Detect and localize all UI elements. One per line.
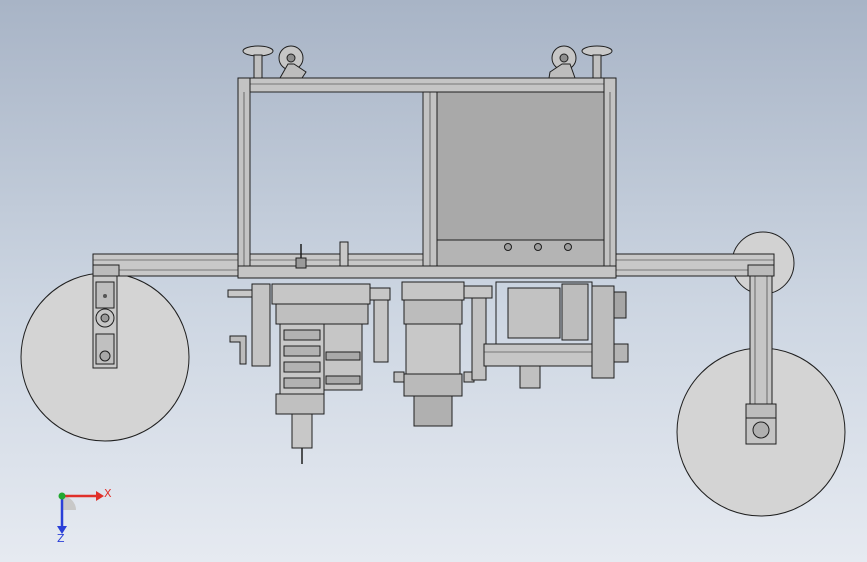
center-motor-module: [393, 281, 493, 427]
x-axis-label: X: [104, 487, 112, 500]
right-wheel-leg: [745, 269, 777, 445]
machine-assembly-front-view: X Z: [20, 45, 846, 545]
cad-viewport[interactable]: X Z: [0, 0, 867, 562]
left-wheel-bracket: [92, 269, 118, 369]
y-axis-dot: [58, 492, 66, 500]
top-left-caster: [242, 45, 307, 80]
coordinate-triad: [57, 491, 104, 534]
z-axis-label: Z: [57, 532, 65, 545]
top-right-caster: [548, 45, 613, 80]
left-tool-module: [251, 283, 391, 464]
right-cylinder-module: [483, 281, 629, 389]
control-panel-box: [436, 91, 605, 267]
